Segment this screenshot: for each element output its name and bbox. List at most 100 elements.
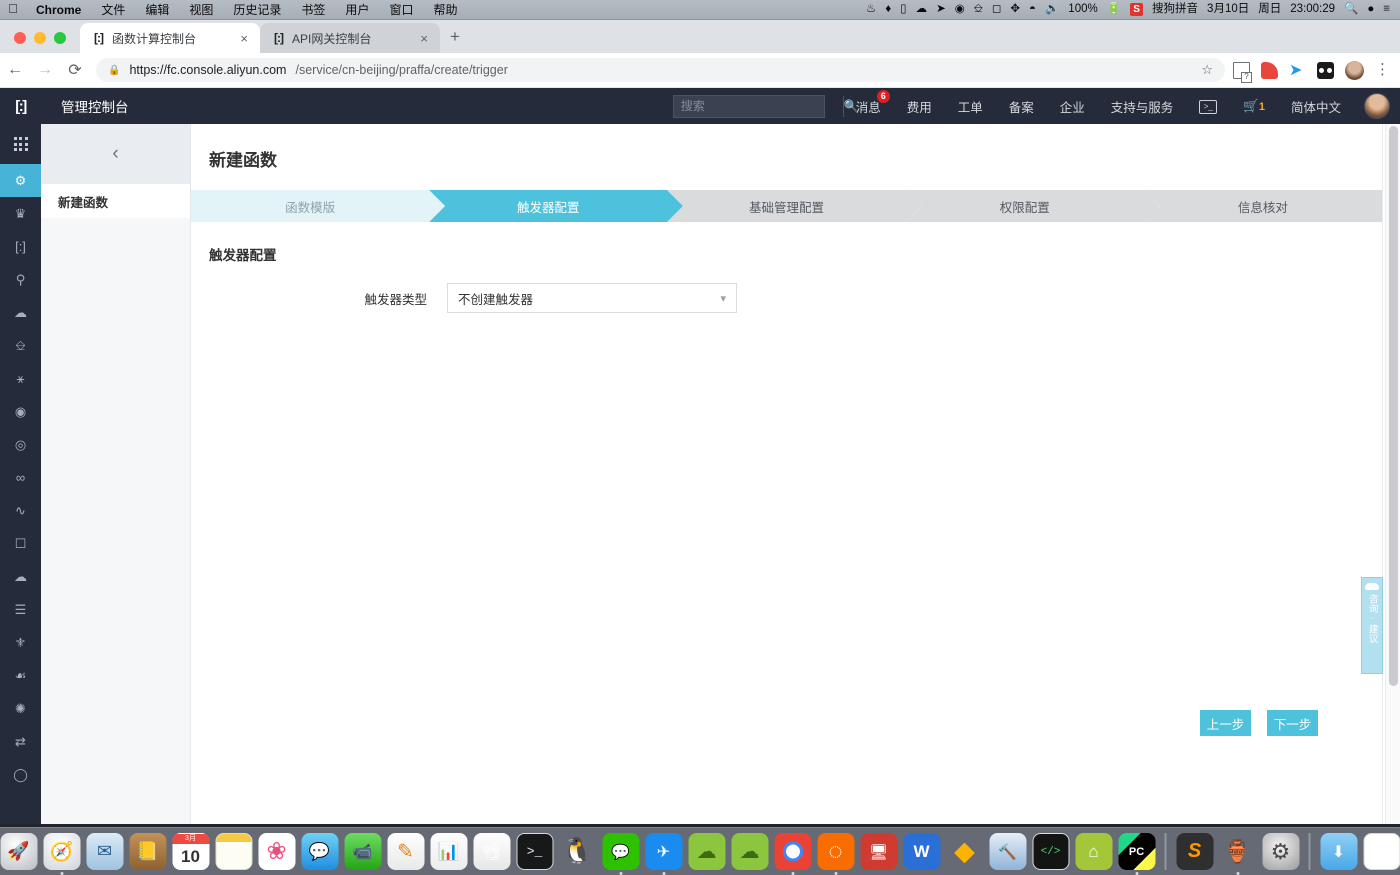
rail-item-security-shield[interactable]: ⎒ bbox=[0, 329, 41, 362]
rail-item-chat[interactable]: ☐ bbox=[0, 527, 41, 560]
spotlight-search-icon[interactable]: 🔍 bbox=[1344, 3, 1358, 16]
rail-item-molecule[interactable]: ✺ bbox=[0, 692, 41, 725]
step-basic-config[interactable]: 基础管理配置 bbox=[667, 190, 922, 222]
dock-item-milk-app[interactable] bbox=[1218, 831, 1258, 875]
dock-item-remote-desktop[interactable] bbox=[859, 831, 899, 875]
aliyun-logo[interactable]: [:] bbox=[0, 98, 41, 115]
window-close-button[interactable] bbox=[14, 32, 26, 44]
previous-step-button[interactable]: 上一步 bbox=[1200, 710, 1251, 736]
battery-small-icon[interactable]: ▯ bbox=[900, 3, 906, 16]
dock-item-qq[interactable] bbox=[558, 831, 598, 875]
next-step-button[interactable]: 下一步 bbox=[1267, 710, 1318, 736]
menu-file[interactable]: 文件 bbox=[91, 1, 135, 18]
chevron-left-icon[interactable]: ‹ bbox=[41, 124, 190, 184]
rail-item-link[interactable]: ∞ bbox=[0, 461, 41, 494]
address-bar[interactable]: 🔒 https://fc.console.aliyun.com/service/… bbox=[96, 58, 1225, 82]
dock-item-calendar[interactable]: 3月 10 bbox=[171, 831, 211, 875]
rail-item-search-service[interactable]: ⚲ bbox=[0, 263, 41, 296]
rail-item-cloud-storage[interactable]: ☁ bbox=[0, 296, 41, 329]
dock-item-launchpad[interactable] bbox=[0, 831, 39, 875]
dock-item-photos[interactable] bbox=[257, 831, 297, 875]
page-scrollbar[interactable] bbox=[1385, 124, 1400, 824]
shazam-status-icon[interactable]: ◉ bbox=[955, 3, 965, 16]
menu-help[interactable]: 帮助 bbox=[423, 1, 467, 18]
bluetooth-icon[interactable]: ✥ bbox=[1010, 3, 1020, 16]
step-permission-config[interactable]: 权限配置 bbox=[905, 190, 1161, 222]
rail-item-database[interactable]: ☰ bbox=[0, 593, 41, 626]
window-minimize-button[interactable] bbox=[34, 32, 46, 44]
dock-item-wechat[interactable] bbox=[601, 831, 641, 875]
siri-icon[interactable]: ● bbox=[1367, 3, 1374, 16]
apps-grid-icon[interactable] bbox=[0, 124, 41, 164]
menu-bookmarks[interactable]: 书签 bbox=[291, 1, 335, 18]
dock-item-mail[interactable] bbox=[85, 831, 125, 875]
menu-history[interactable]: 历史记录 bbox=[223, 1, 291, 18]
step-function-template[interactable]: 函数模版 bbox=[191, 190, 446, 222]
profile-avatar[interactable] bbox=[1345, 60, 1364, 80]
terminal-icon[interactable]: >_ bbox=[1186, 98, 1230, 114]
nav-support[interactable]: 支持与服务 bbox=[1098, 97, 1187, 116]
back-button[interactable]: ← bbox=[0, 61, 30, 79]
user-avatar[interactable] bbox=[1364, 93, 1390, 119]
dock-item-contacts[interactable] bbox=[128, 831, 168, 875]
battery-icon[interactable]: 🔋 bbox=[1107, 3, 1121, 16]
dock-item-code-editor[interactable] bbox=[1031, 831, 1071, 875]
dock-item-sketch[interactable] bbox=[945, 831, 985, 875]
rail-item-cdn[interactable]: ◉ bbox=[0, 395, 41, 428]
blue-bird-icon[interactable]: ➤ bbox=[1289, 62, 1306, 79]
notification-center-icon[interactable]: ≡ bbox=[1383, 3, 1390, 16]
dock-item-downloads-folder[interactable] bbox=[1319, 831, 1359, 875]
dock-item-cloud-app-1[interactable] bbox=[687, 831, 727, 875]
dock-item-facetime[interactable] bbox=[343, 831, 383, 875]
menu-edit[interactable]: 编辑 bbox=[135, 1, 179, 18]
dock-item-pages[interactable] bbox=[386, 831, 426, 875]
search-input[interactable] bbox=[673, 99, 843, 113]
dock-item-dingtalk[interactable] bbox=[644, 831, 684, 875]
rail-item-sync[interactable]: ⇄ bbox=[0, 725, 41, 758]
nav-billing[interactable]: 费用 bbox=[894, 97, 945, 116]
rail-item-ecs[interactable]: ♛ bbox=[0, 197, 41, 230]
dock-item-sublime-text[interactable] bbox=[1175, 831, 1215, 875]
consult-suggestion-tab[interactable]: 咨询·建议 bbox=[1361, 577, 1383, 674]
rail-item-disk[interactable]: ◯ bbox=[0, 758, 41, 791]
dock-item-keynote[interactable] bbox=[472, 831, 512, 875]
rail-item-container[interactable]: [:] bbox=[0, 230, 41, 263]
dock-item-aliyun[interactable] bbox=[816, 831, 856, 875]
menu-view[interactable]: 视图 bbox=[179, 1, 223, 18]
dock-item-chrome[interactable] bbox=[773, 831, 813, 875]
browser-tab-0[interactable]: [:] 函数计算控制台 × bbox=[80, 23, 260, 53]
rail-item-monitor[interactable]: ⚹ bbox=[0, 362, 41, 395]
window-maximize-button[interactable] bbox=[54, 32, 66, 44]
rocket-status-icon[interactable]: ➤ bbox=[936, 3, 946, 16]
dock-item-document[interactable] bbox=[1362, 831, 1400, 875]
nav-messages[interactable]: 消息 6 bbox=[843, 89, 894, 116]
close-icon[interactable]: × bbox=[418, 31, 430, 46]
nav-icp[interactable]: 备案 bbox=[996, 97, 1047, 116]
rail-item-cloud[interactable]: ☁ bbox=[0, 560, 41, 593]
input-method-badge[interactable]: S bbox=[1130, 3, 1144, 16]
input-method-label[interactable]: 搜狗拼音 bbox=[1152, 3, 1198, 16]
close-icon[interactable]: × bbox=[238, 31, 250, 46]
kebab-menu-icon[interactable]: ⋮ bbox=[1375, 62, 1390, 77]
rail-item-analytics[interactable]: ∿ bbox=[0, 494, 41, 527]
reload-button[interactable]: ⟳ bbox=[60, 60, 90, 80]
wifi-icon[interactable]: ◓ bbox=[1029, 3, 1036, 16]
red-square-icon[interactable] bbox=[1261, 61, 1278, 79]
dock-item-terminal[interactable] bbox=[515, 831, 555, 875]
dropbox-status-icon[interactable]: ♦ bbox=[885, 3, 891, 16]
dock-item-notes[interactable] bbox=[214, 831, 254, 875]
sidebar-item-new-function[interactable]: 新建函数 bbox=[41, 184, 190, 218]
nav-tickets[interactable]: 工单 bbox=[945, 97, 996, 116]
gmail-checker-icon[interactable] bbox=[1233, 61, 1252, 83]
forward-button[interactable]: → bbox=[30, 61, 60, 79]
volume-icon[interactable]: 🔊 bbox=[1045, 3, 1059, 16]
step-trigger-config[interactable]: 触发器配置 bbox=[429, 190, 684, 222]
dock-item-system-preferences[interactable] bbox=[1261, 831, 1301, 875]
step-review[interactable]: 信息核对 bbox=[1143, 190, 1383, 222]
rail-item-waf[interactable]: ⚜ bbox=[0, 626, 41, 659]
dock-item-cloud-app-2[interactable] bbox=[730, 831, 770, 875]
browser-tab-1[interactable]: [:] API网关控制台 × bbox=[260, 23, 440, 53]
dock-item-safari[interactable] bbox=[42, 831, 82, 875]
scrollbar-thumb[interactable] bbox=[1389, 126, 1398, 686]
menu-chrome[interactable]: Chrome bbox=[26, 3, 91, 17]
